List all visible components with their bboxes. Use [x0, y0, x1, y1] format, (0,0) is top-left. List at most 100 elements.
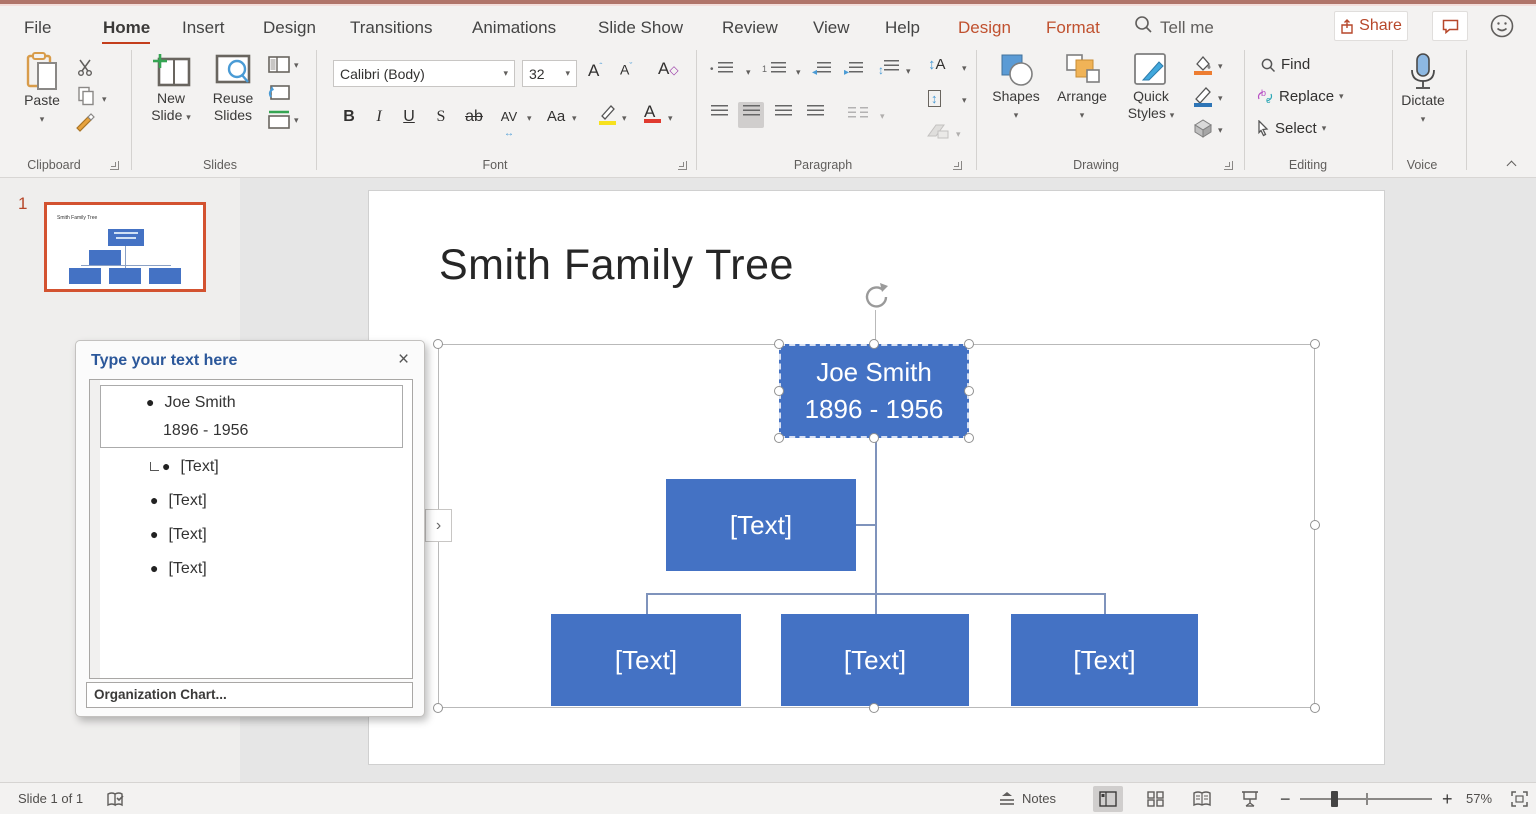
increase-font-size-icon[interactable]: Aˆ: [588, 61, 602, 81]
underline-button[interactable]: U: [398, 104, 420, 130]
slide-sorter-view-button[interactable]: [1140, 786, 1170, 812]
paragraph-dialog-launcher[interactable]: [953, 161, 962, 170]
columns-icon[interactable]: [848, 106, 869, 124]
text-pane-item[interactable]: ● [Text]: [150, 560, 207, 578]
text-pane-item[interactable]: ● [Text]: [150, 458, 219, 476]
align-left-button[interactable]: [706, 102, 732, 128]
clipboard-dialog-launcher[interactable]: [110, 161, 119, 170]
line-spacing-dropdown-arrow[interactable]: ▾: [906, 63, 911, 77]
clear-formatting-icon[interactable]: A◇: [658, 59, 679, 79]
org-child-box-3[interactable]: [Text]: [1011, 614, 1198, 706]
tab-transitions[interactable]: Transitions: [350, 12, 433, 44]
line-spacing-icon[interactable]: ↕: [878, 60, 899, 79]
shape-handle[interactable]: [869, 433, 879, 443]
new-slide-dropdown-arrow[interactable]: ▾: [186, 112, 191, 122]
font-family-combobox[interactable]: Calibri (Body) ▾: [333, 60, 515, 87]
cut-icon[interactable]: [76, 58, 94, 76]
shapes-dropdown-arrow[interactable]: ▾: [1014, 110, 1019, 120]
text-pane-selected-item[interactable]: ● Joe Smith 1896 - 1956: [100, 385, 403, 448]
replace-dropdown-arrow[interactable]: ▾: [1339, 91, 1344, 102]
frame-handle[interactable]: [1310, 703, 1320, 713]
slide-layout-icon[interactable]: [268, 56, 290, 73]
slide-title[interactable]: Smith Family Tree: [439, 241, 794, 290]
bold-button[interactable]: B: [338, 104, 360, 130]
decrease-font-size-icon[interactable]: Aˇ: [620, 61, 632, 78]
font-size-combobox[interactable]: 32 ▾: [522, 60, 577, 87]
text-pane-item-line2[interactable]: 1896 - 1956: [163, 422, 248, 440]
font-size-dropdown-arrow[interactable]: ▾: [565, 68, 570, 79]
text-pane-item[interactable]: ● [Text]: [150, 526, 207, 544]
text-pane-toggle-button[interactable]: ›: [425, 509, 452, 542]
columns-dropdown-arrow[interactable]: ▾: [880, 108, 885, 122]
quick-styles-button[interactable]: Quick Styles ▾: [1120, 52, 1182, 124]
notes-button[interactable]: Notes: [1022, 783, 1056, 814]
shape-effects-dropdown-arrow[interactable]: ▾: [1218, 122, 1223, 136]
text-direction-icon[interactable]: ↕A: [928, 56, 946, 73]
feedback-smiley-icon[interactable]: [1489, 13, 1515, 39]
zoom-in-button[interactable]: +: [1442, 783, 1453, 814]
align-right-button[interactable]: [770, 102, 796, 128]
tab-slide-show[interactable]: Slide Show: [598, 12, 683, 44]
shadow-button[interactable]: S: [430, 104, 452, 130]
convert-smartart-dropdown-arrow[interactable]: ▾: [956, 126, 961, 140]
frame-handle[interactable]: [1310, 520, 1320, 530]
font-family-dropdown-arrow[interactable]: ▾: [503, 68, 508, 79]
font-color-icon[interactable]: A: [644, 102, 661, 123]
frame-handle[interactable]: [1310, 339, 1320, 349]
layout-dropdown-arrow[interactable]: ▾: [294, 57, 299, 71]
shape-effects-icon[interactable]: [1192, 118, 1214, 138]
text-direction-dropdown-arrow[interactable]: ▾: [962, 60, 967, 74]
shape-handle[interactable]: [774, 339, 784, 349]
replace-button[interactable]: bc Replace ▾: [1256, 88, 1344, 105]
select-dropdown-arrow[interactable]: ▾: [1322, 123, 1327, 134]
notes-icon[interactable]: [998, 791, 1016, 807]
frame-handle[interactable]: [433, 703, 443, 713]
frame-handle[interactable]: [869, 703, 879, 713]
reading-view-button[interactable]: [1187, 786, 1217, 812]
org-root-box[interactable]: Joe Smith 1896 - 1956: [779, 344, 969, 438]
slide-canvas[interactable]: Smith Family Tree Joe Smith 1896 - 1956 …: [368, 190, 1385, 765]
shapes-button[interactable]: Shapes ▾: [988, 52, 1044, 121]
tab-help[interactable]: Help: [885, 12, 920, 44]
paste-button[interactable]: Paste ▾: [16, 52, 68, 125]
tab-view[interactable]: View: [813, 12, 850, 44]
spell-check-icon[interactable]: [106, 791, 126, 808]
convert-smartart-icon[interactable]: [926, 122, 950, 140]
increase-indent-icon[interactable]: ▸: [844, 62, 864, 80]
tab-insert[interactable]: Insert: [182, 12, 225, 44]
align-text-icon[interactable]: ↕: [928, 90, 941, 107]
tab-smartart-format[interactable]: Format: [1046, 12, 1100, 44]
drawing-dialog-launcher[interactable]: [1224, 161, 1233, 170]
reset-slide-icon[interactable]: [268, 84, 290, 101]
character-spacing-dropdown-arrow[interactable]: ▾: [527, 110, 532, 124]
tab-home[interactable]: Home: [103, 12, 150, 44]
paste-dropdown-arrow[interactable]: ▾: [40, 114, 45, 124]
comments-button[interactable]: [1432, 11, 1468, 41]
align-center-button[interactable]: [738, 102, 764, 128]
close-icon[interactable]: ×: [398, 349, 409, 371]
slideshow-view-button[interactable]: [1235, 786, 1265, 812]
select-button[interactable]: Select ▾: [1256, 120, 1326, 137]
format-painter-icon[interactable]: [74, 112, 96, 134]
tab-smartart-design[interactable]: Design: [958, 12, 1011, 44]
find-button[interactable]: Find: [1260, 56, 1310, 73]
tell-me-label[interactable]: Tell me: [1160, 12, 1214, 44]
text-highlight-icon[interactable]: [596, 102, 618, 126]
shape-outline-dropdown-arrow[interactable]: ▾: [1218, 90, 1223, 104]
tab-design[interactable]: Design: [263, 12, 316, 44]
rotate-handle-icon[interactable]: [861, 281, 891, 311]
decrease-indent-icon[interactable]: ◂: [812, 62, 832, 80]
new-slide-button[interactable]: New Slide ▾: [145, 52, 197, 126]
shape-handle[interactable]: [774, 386, 784, 396]
shape-handle[interactable]: [964, 339, 974, 349]
font-dialog-launcher[interactable]: [678, 161, 687, 170]
frame-handle[interactable]: [869, 339, 879, 349]
org-child-box-2[interactable]: [Text]: [781, 614, 969, 706]
zoom-slider-thumb[interactable]: [1331, 791, 1338, 807]
justify-button[interactable]: [802, 102, 828, 128]
collapse-ribbon-icon[interactable]: [1506, 156, 1517, 174]
shape-fill-dropdown-arrow[interactable]: ▾: [1218, 58, 1223, 72]
org-child-box-1[interactable]: [Text]: [551, 614, 741, 706]
bullets-dropdown-arrow[interactable]: ▾: [746, 64, 751, 78]
arrange-dropdown-arrow[interactable]: ▾: [1080, 110, 1085, 120]
